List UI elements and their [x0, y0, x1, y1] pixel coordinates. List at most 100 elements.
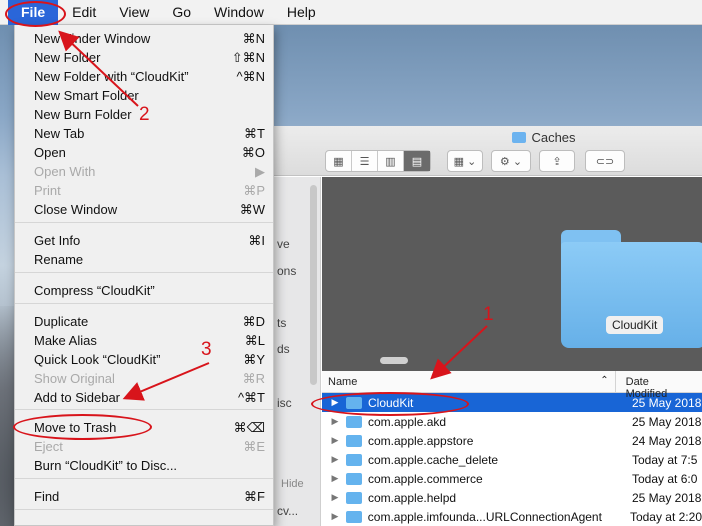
annotation-ring-trash — [13, 414, 152, 440]
menu-item-label: Compress “CloudKit” — [34, 283, 155, 298]
menu-help[interactable]: Help — [273, 0, 325, 25]
menu-item-shortcut: ⌘P — [243, 183, 265, 198]
file-name: com.apple.cache_delete — [368, 452, 499, 467]
table-row[interactable]: ▶ com.apple.cache_delete Today at 7:5 — [322, 450, 702, 469]
menu-item-label: Find — [34, 489, 60, 504]
menu-item-label: New Folder — [34, 50, 101, 65]
menu-item-label: New Tab — [34, 126, 85, 141]
menu-view[interactable]: View — [105, 0, 158, 25]
table-row[interactable]: ▶ com.apple.commerce Today at 6:0 — [322, 469, 702, 488]
table-row[interactable]: ▶ com.apple.imfounda...URLConnectionAgent… — [322, 507, 702, 526]
disclosure-triangle-icon[interactable]: ▶ — [322, 416, 342, 427]
menu-item[interactable]: Add to Sidebar ^⌘T — [15, 388, 273, 407]
sidebar-item-fragment[interactable]: ds — [277, 342, 290, 356]
menu-item-shortcut: ⇧⌘N — [231, 50, 265, 65]
menu-separator — [15, 272, 273, 273]
menu-item[interactable]: New Folder ⇧⌘N — [15, 48, 273, 67]
menu-item[interactable]: Quick Look “CloudKit” ⌘Y — [15, 350, 273, 369]
menu-item-label: Open With — [34, 164, 96, 179]
disclosure-triangle-icon[interactable]: ▶ — [322, 435, 342, 446]
sidebar-item-fragment[interactable]: isc — [277, 396, 292, 410]
menu-item-shortcut: ⌘F — [244, 489, 265, 504]
large-folder-icon: CloudKit — [561, 230, 702, 348]
disclosure-triangle-icon[interactable]: ▶ — [322, 454, 342, 465]
disclosure-triangle-icon[interactable]: ▶ — [322, 492, 342, 503]
menu-item-shortcut: ⌘O — [241, 145, 265, 160]
menu-item[interactable]: Close Window ⌘W — [15, 200, 273, 219]
menu-item[interactable]: Open ⌘O — [15, 143, 273, 162]
menu-item-label: Quick Look “CloudKit” — [34, 352, 161, 367]
menu-window[interactable]: Window — [200, 0, 273, 25]
menu-item-shortcut: ▶ — [255, 164, 265, 179]
column-header-name[interactable]: Name ⌃ — [322, 371, 616, 392]
menu-item: Show Original ⌘R — [15, 369, 273, 388]
menu-item[interactable]: Burn “CloudKit” to Disc... — [15, 456, 273, 475]
menu-item[interactable]: New Finder Window ⌘N — [15, 29, 273, 48]
share-button[interactable]: ⇪ — [539, 150, 575, 172]
disclosure-triangle-icon[interactable]: ▶ — [322, 511, 342, 522]
sort-chevron-icon: ⌃ — [600, 375, 609, 386]
annotation-ring-cloudkit — [311, 392, 469, 416]
menu-item-shortcut: ⌘L — [244, 333, 265, 348]
column-view-icon[interactable]: ▥ — [378, 151, 404, 171]
action-button[interactable]: ⚙ ⌄ — [491, 150, 531, 172]
menu-item[interactable]: New Tab ⌘T — [15, 124, 273, 143]
menu-item-label: Close Window — [34, 202, 118, 217]
sidebar-scrollbar[interactable] — [310, 185, 317, 385]
disclosure-triangle-icon[interactable]: ▶ — [322, 473, 342, 484]
list-view-icon[interactable]: ☰ — [352, 151, 378, 171]
folder-icon — [346, 472, 362, 485]
folder-icon — [346, 453, 362, 466]
menu-item[interactable]: Rename — [15, 250, 273, 269]
menu-item-label: Open — [34, 145, 66, 160]
menu-item[interactable]: New Folder with “CloudKit” ^⌘N — [15, 67, 273, 86]
menu-item[interactable]: Duplicate ⌘D — [15, 312, 273, 331]
sidebar-hide-link[interactable]: Hide — [281, 478, 304, 490]
grid-icon: ▦ ⌄ — [453, 155, 477, 168]
icon-view-icon[interactable]: ▦ — [326, 151, 352, 171]
sidebar-item-fragment[interactable]: ts — [277, 316, 286, 330]
file-menu: New Finder Window ⌘N New Folder ⇧⌘N New Fold… — [14, 25, 274, 526]
sidebar-item-fragment[interactable]: cv... — [277, 504, 298, 518]
menu-item[interactable]: Compress “CloudKit” — [15, 281, 273, 300]
file-date: 25 May 2018 — [632, 414, 702, 429]
menu-item-shortcut: ^⌘T — [237, 390, 265, 405]
gallery-view-icon[interactable]: ▤ — [404, 151, 430, 171]
menu-go[interactable]: Go — [158, 0, 200, 25]
menu-item-label: Rename — [34, 252, 84, 267]
view-mode-control[interactable]: ▦ ☰ ▥ ▤ — [325, 150, 431, 172]
preview-label: CloudKit — [606, 316, 664, 334]
sidebar-item-fragment[interactable]: ons — [277, 264, 296, 278]
folder-icon — [345, 510, 362, 523]
menu-item-label: Duplicate — [34, 314, 89, 329]
menu-item-shortcut: ⌘E — [243, 439, 265, 454]
annotation-number-2: 2 — [139, 104, 150, 125]
menu-separator — [15, 509, 273, 510]
file-date: 25 May 2018 — [632, 395, 702, 410]
menu-item-label: Print — [34, 183, 61, 198]
column-header-date[interactable]: Date Modified — [616, 371, 702, 400]
tags-button[interactable]: ⊂⊃ — [585, 150, 625, 172]
menu-item-label: New Smart Folder — [34, 88, 139, 103]
file-date: Today at 7:5 — [632, 452, 698, 467]
arrange-button[interactable]: ▦ ⌄ — [447, 150, 483, 172]
menu-item-shortcut: ⌘Y — [243, 352, 265, 367]
menu-item[interactable]: Make Alias ⌘L — [15, 331, 273, 350]
menu-item-label: New Burn Folder — [34, 107, 132, 122]
table-row[interactable]: ▶ com.apple.helpd 25 May 2018 — [322, 488, 702, 507]
gear-icon: ⚙ ⌄ — [499, 155, 523, 168]
menu-item: Open With ▶ — [15, 162, 273, 181]
preview-scrollbar[interactable] — [380, 357, 408, 364]
menu-separator — [15, 409, 273, 410]
menu-bar: File Edit View Go Window Help — [0, 0, 702, 25]
menu-item-label: Get Info — [34, 233, 81, 248]
share-icon: ⇪ — [552, 155, 562, 168]
sidebar-item-fragment[interactable]: ve — [277, 237, 290, 251]
table-row[interactable]: ▶ com.apple.appstore 24 May 2018 — [322, 431, 702, 450]
menu-item-shortcut: ⌘T — [244, 126, 265, 141]
menu-item[interactable]: Find ⌘F — [15, 487, 273, 506]
menu-item-shortcut: ⌘D — [242, 314, 265, 329]
annotation-ring-file — [5, 1, 66, 27]
menu-item[interactable]: New Smart Folder — [15, 86, 273, 105]
menu-item[interactable]: Get Info ⌘I — [15, 231, 273, 250]
